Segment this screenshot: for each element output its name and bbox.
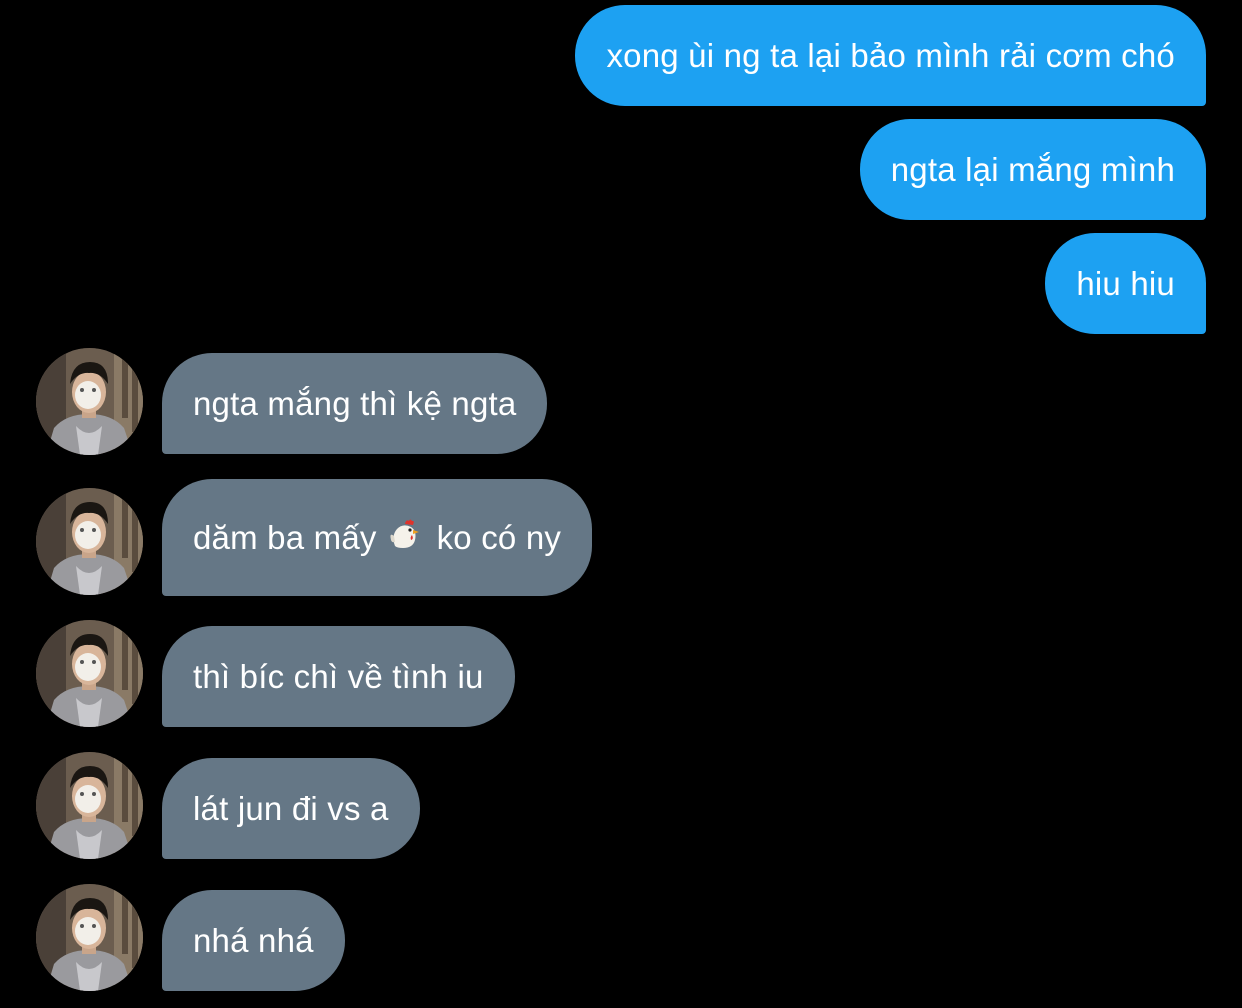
- message-text: hiu hiu: [1076, 265, 1175, 302]
- message-text: ngta lại mắng mình: [890, 151, 1175, 188]
- message-text: thì bíc chì về tình iu: [193, 658, 484, 695]
- chicken-emoji-icon: [387, 518, 421, 557]
- message-text: dăm ba mấy: [193, 519, 377, 556]
- message-text: ko có ny: [436, 519, 562, 556]
- avatar[interactable]: [36, 752, 143, 859]
- avatar[interactable]: [36, 884, 143, 991]
- received-message-bubble[interactable]: thì bíc chì về tình iu: [162, 626, 515, 727]
- sent-message-bubble[interactable]: hiu hiu: [1045, 233, 1206, 334]
- received-message-bubble[interactable]: lát jun đi vs a: [162, 758, 420, 859]
- sent-message-bubble[interactable]: xong ùi ng ta lại bảo mình rải cơm chó: [575, 5, 1206, 106]
- received-message-bubble[interactable]: dăm ba mấy ko có ny: [162, 479, 593, 596]
- message-text: xong ùi ng ta lại bảo mình rải cơm chó: [606, 37, 1175, 74]
- avatar[interactable]: [36, 348, 143, 455]
- message-text: lát jun đi vs a: [193, 790, 389, 827]
- avatar[interactable]: [36, 620, 143, 727]
- message-text: nhá nhá: [193, 922, 314, 959]
- received-message-bubble[interactable]: nhá nhá: [162, 890, 345, 991]
- message-text: ngta mắng thì kệ ngta: [193, 385, 517, 422]
- sent-message-bubble[interactable]: ngta lại mắng mình: [859, 119, 1206, 220]
- received-message-bubble[interactable]: ngta mắng thì kệ ngta: [162, 353, 548, 454]
- avatar[interactable]: [36, 488, 143, 595]
